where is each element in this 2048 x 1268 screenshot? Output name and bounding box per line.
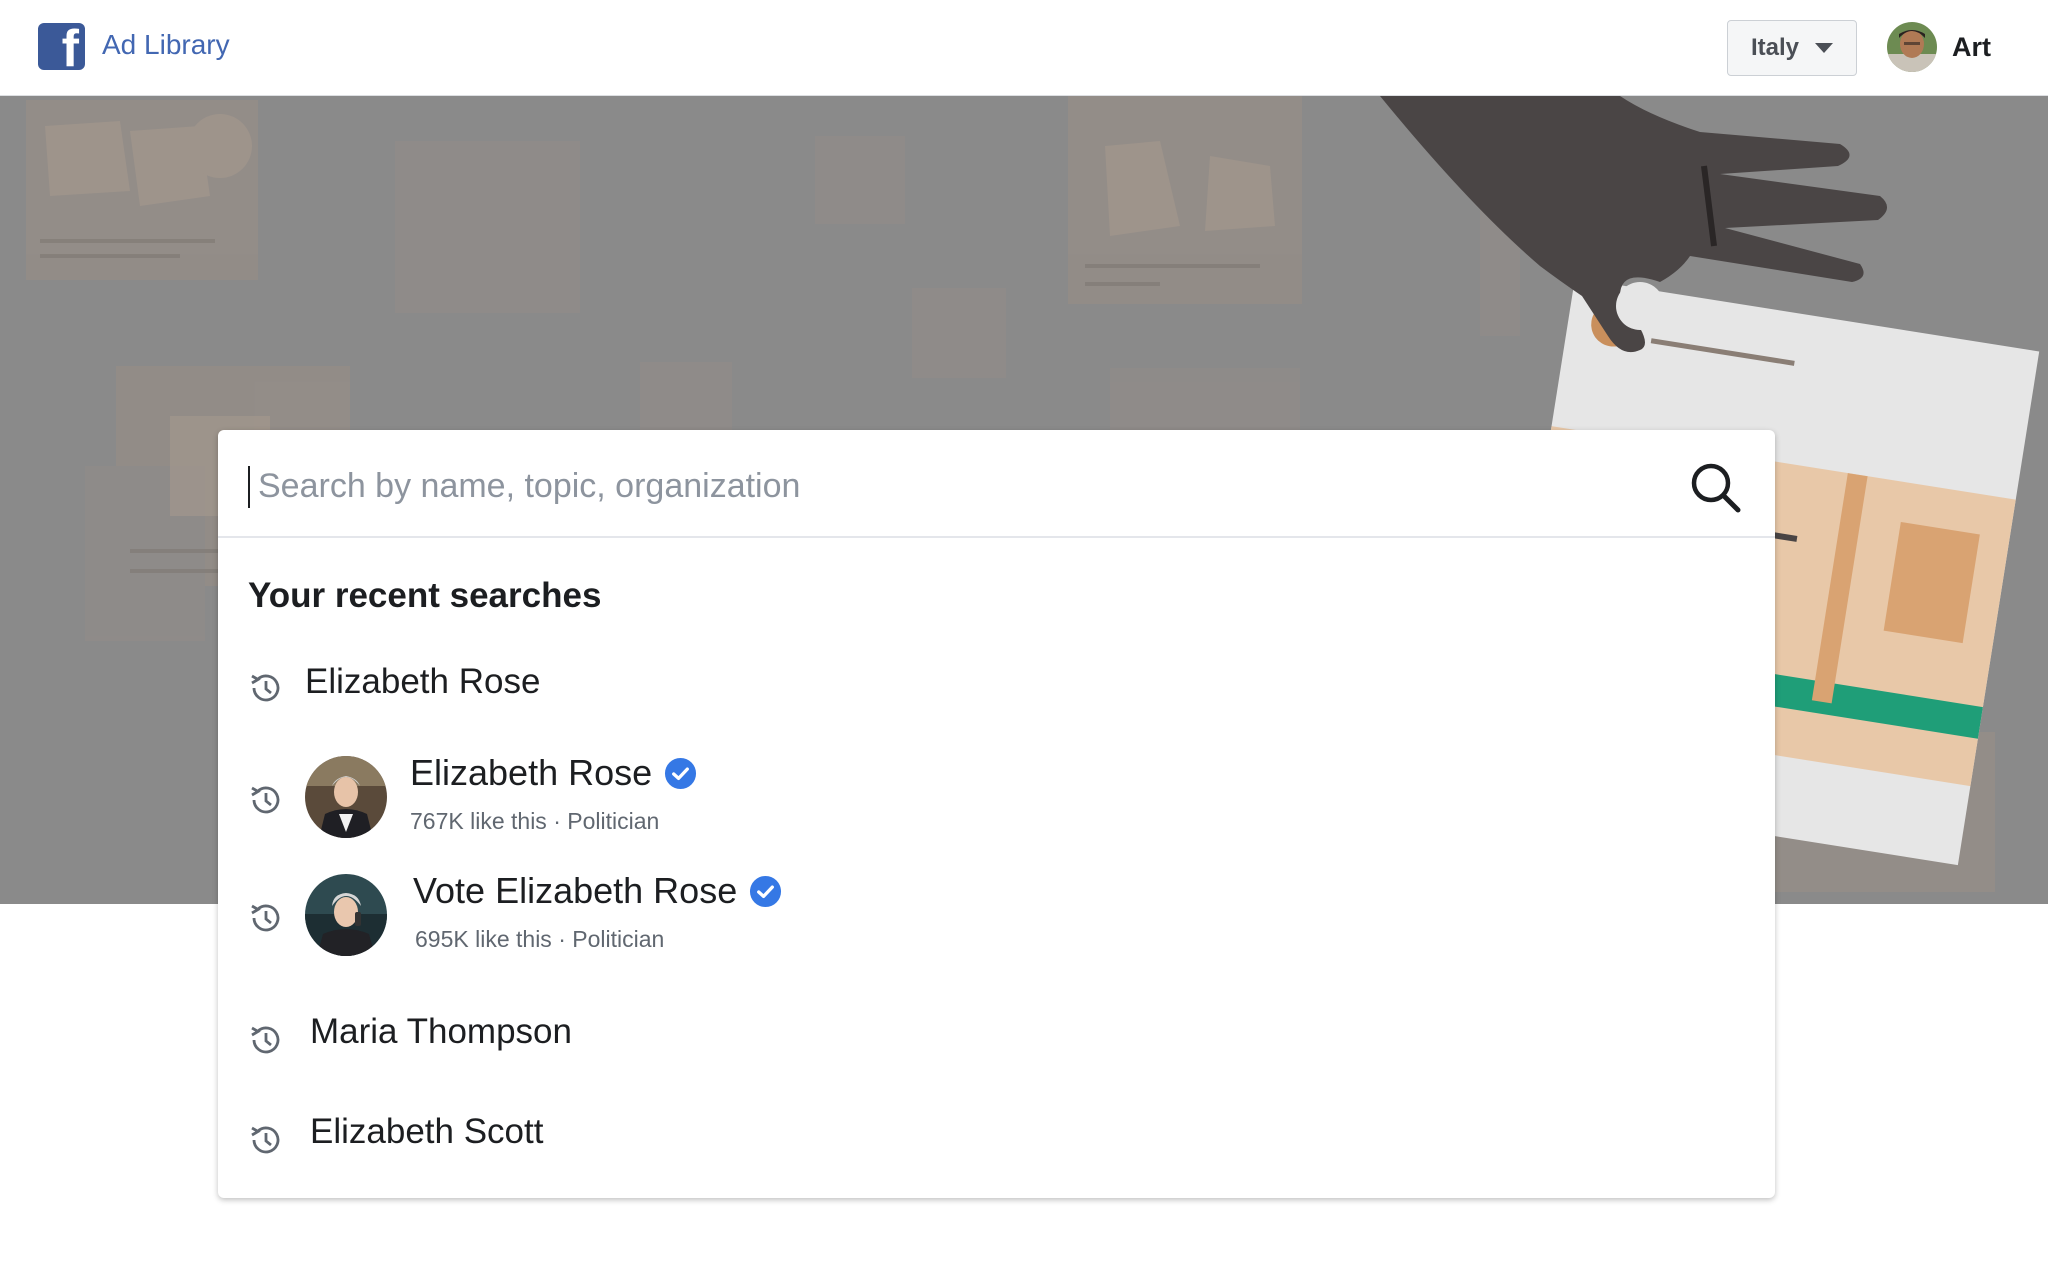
- page-name: Vote Elizabeth Rose: [413, 870, 738, 911]
- recent-searches-title: Your recent searches: [248, 576, 602, 615]
- history-clock-icon: [251, 1026, 280, 1054]
- recent-search-label: Elizabeth Rose: [305, 662, 541, 701]
- recent-search-item[interactable]: Elizabeth Scott: [218, 1098, 1775, 1178]
- history-clock-icon: [251, 674, 280, 702]
- history-clock-icon: [251, 1126, 280, 1154]
- page-meta: 695K like this · Politician: [415, 926, 665, 952]
- country-label: Italy: [1750, 34, 1800, 61]
- facebook-logo-icon[interactable]: f: [38, 23, 85, 70]
- recent-search-label: Maria Thompson: [310, 1012, 572, 1051]
- ad-library-link[interactable]: Ad Library: [102, 29, 230, 61]
- recent-search-label: Elizabeth Scott: [310, 1112, 544, 1151]
- search-icon[interactable]: [1688, 460, 1744, 516]
- recent-page-item[interactable]: Vote Elizabeth Rose 695K like this · Pol…: [218, 870, 1775, 966]
- country-selector[interactable]: Italy: [1727, 20, 1857, 76]
- page-name-row: Vote Elizabeth Rose: [413, 870, 782, 912]
- recent-search-item[interactable]: Elizabeth Rose: [218, 650, 1775, 730]
- history-clock-icon: [251, 904, 280, 932]
- search-bar: [218, 430, 1775, 538]
- page-meta: 767K like this · Politician: [410, 808, 660, 834]
- caret-down-icon: [1815, 43, 1834, 53]
- text-cursor: [248, 466, 250, 508]
- page-name-row: Elizabeth Rose: [410, 752, 697, 794]
- page-name: Elizabeth Rose: [410, 752, 653, 793]
- search-panel: Your recent searches Elizabeth Rose: [218, 430, 1775, 1198]
- verified-badge-icon: [665, 757, 697, 789]
- page-avatar: [305, 756, 387, 838]
- page-avatar: [305, 874, 387, 956]
- history-clock-icon: [251, 786, 280, 814]
- recent-search-item[interactable]: Maria Thompson: [218, 998, 1775, 1078]
- user-avatar[interactable]: [1887, 22, 1937, 72]
- top-bar: f Ad Library Italy Art: [0, 0, 2048, 96]
- user-name[interactable]: Art: [1952, 32, 1991, 63]
- search-input[interactable]: [258, 456, 1658, 516]
- recent-page-item[interactable]: Elizabeth Rose 767K like this · Politici…: [218, 752, 1775, 848]
- verified-badge-icon: [750, 875, 782, 907]
